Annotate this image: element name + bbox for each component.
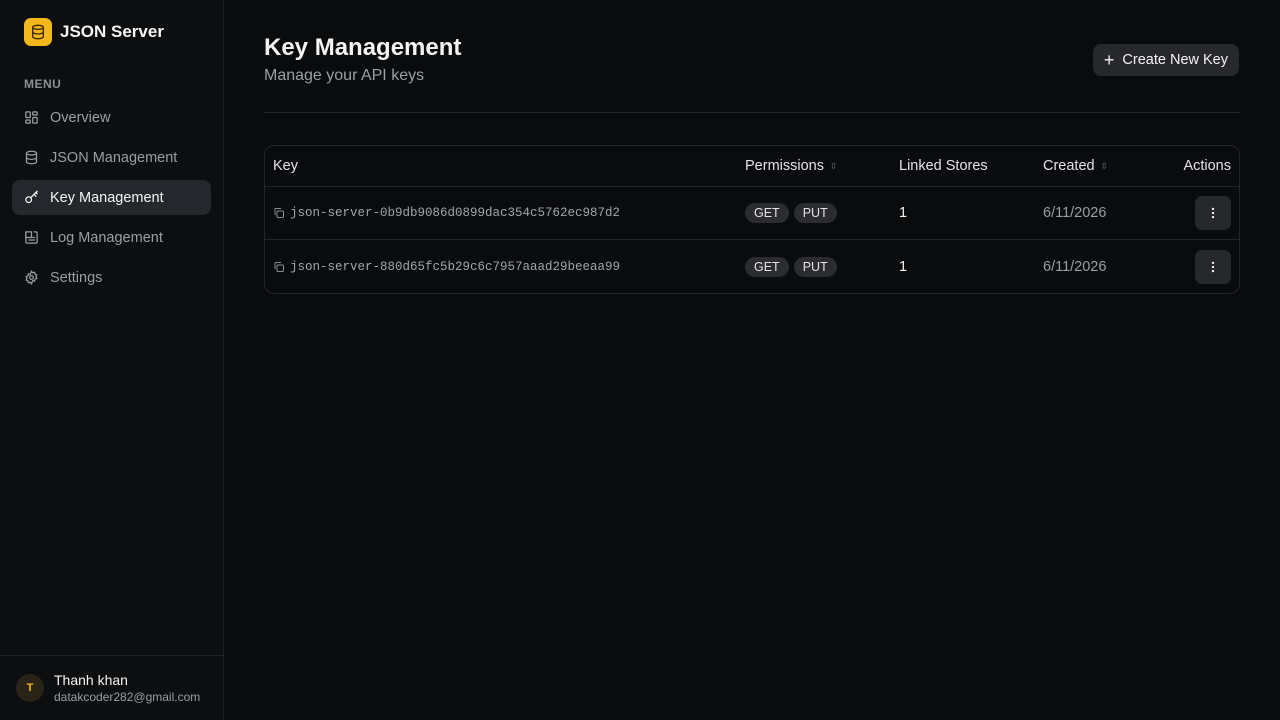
- column-header-label: Permissions: [745, 158, 824, 174]
- permission-badge: GET: [745, 203, 789, 223]
- linked-stores-cell: 1: [891, 258, 1035, 276]
- permission-badge: GET: [745, 256, 789, 277]
- sidebar-item-label: Log Management: [50, 229, 163, 246]
- sort-icon[interactable]: ⇳: [830, 161, 838, 171]
- plus-icon: +: [1103, 50, 1115, 70]
- keys-table: Key Permissions ⇳ Linked Stores Created …: [264, 145, 1240, 294]
- linked-stores-value: 1: [899, 205, 908, 221]
- permissions-cell: GET PUT: [737, 256, 891, 277]
- created-date: 6/11/2026: [1043, 258, 1107, 275]
- column-header-label: Created: [1043, 158, 1095, 174]
- row-actions-button[interactable]: [1195, 249, 1231, 284]
- actions-cell: [1171, 249, 1239, 284]
- column-header-key: Key: [265, 158, 737, 174]
- log-icon: [25, 231, 38, 244]
- column-header-linked-stores: Linked Stores: [891, 158, 1035, 174]
- grid-icon: [25, 111, 38, 124]
- user-profile[interactable]: T Thanh khan datakcoder282@gmail.com: [0, 655, 223, 720]
- table-row: json-server-880d65fc5b29c6c7957aaad29bee…: [265, 240, 1239, 293]
- create-new-key-label: Create New Key: [1122, 52, 1228, 68]
- page-title: Key Management: [264, 34, 462, 61]
- user-email: datakcoder282@gmail.com: [54, 690, 201, 704]
- permission-badge: PUT: [793, 203, 837, 223]
- key-value: json-server-0b9db9086d0899dac354c5762ec9…: [290, 206, 621, 220]
- sort-icon[interactable]: ⇳: [1101, 161, 1109, 171]
- more-vertical-icon: [1211, 261, 1215, 272]
- copy-icon[interactable]: [273, 261, 285, 273]
- row-actions-button[interactable]: [1195, 196, 1231, 230]
- column-header-label: Linked Stores: [899, 158, 988, 174]
- permission-badge: PUT: [793, 256, 837, 277]
- permissions-cell: GET PUT: [737, 203, 891, 223]
- created-date: 6/11/2026: [1043, 205, 1107, 221]
- created-cell: 6/11/2026: [1035, 259, 1171, 275]
- user-info: Thanh khan datakcoder282@gmail.com: [54, 672, 204, 704]
- sidebar-nav: Overview JSON Management Key Management …: [12, 100, 211, 300]
- sidebar-item-json-management[interactable]: JSON Management: [12, 140, 211, 175]
- column-header-permissions[interactable]: Permissions ⇳: [737, 158, 891, 174]
- sidebar-item-log-management[interactable]: Log Management: [12, 220, 211, 255]
- more-vertical-icon: [1211, 207, 1215, 219]
- user-name: Thanh khan: [54, 672, 128, 688]
- database-logo-icon: [24, 18, 52, 46]
- main-content: Key Management Manage your API keys + Cr…: [224, 0, 1280, 720]
- sidebar-item-key-management[interactable]: Key Management: [12, 180, 211, 215]
- header-divider: [264, 112, 1240, 113]
- avatar: T: [16, 674, 44, 702]
- create-new-key-button[interactable]: + Create New Key: [1092, 44, 1239, 76]
- copy-icon[interactable]: [273, 207, 285, 219]
- sidebar-item-label: Key Management: [50, 189, 164, 206]
- created-cell: 6/11/2026: [1035, 205, 1171, 221]
- database-icon: [25, 150, 38, 165]
- gear-icon: [25, 270, 38, 285]
- linked-stores-cell: 1: [891, 204, 1035, 222]
- brand[interactable]: JSON Server: [24, 18, 164, 46]
- sidebar-item-label: Settings: [50, 269, 103, 286]
- table-row: json-server-0b9db9086d0899dac354c5762ec9…: [265, 187, 1239, 240]
- brand-title: JSON Server: [60, 22, 164, 41]
- sidebar-item-label: JSON Management: [50, 149, 178, 166]
- key-value: json-server-880d65fc5b29c6c7957aaad29bee…: [290, 259, 621, 274]
- key-cell: json-server-880d65fc5b29c6c7957aaad29bee…: [265, 260, 737, 274]
- sidebar: JSON Server MENU Overview JSON Managemen…: [0, 0, 224, 720]
- actions-cell: [1171, 196, 1239, 230]
- column-header-label: Key: [273, 158, 298, 174]
- linked-stores-value: 1: [899, 258, 908, 275]
- sidebar-item-overview[interactable]: Overview: [12, 100, 211, 135]
- column-header-created[interactable]: Created ⇳: [1035, 158, 1171, 174]
- sidebar-item-label: Overview: [50, 109, 111, 126]
- page-subtitle: Manage your API keys: [264, 67, 425, 84]
- column-header-actions: Actions: [1171, 158, 1239, 174]
- table-header-row: Key Permissions ⇳ Linked Stores Created …: [265, 146, 1239, 187]
- key-cell: json-server-0b9db9086d0899dac354c5762ec9…: [265, 206, 737, 220]
- column-header-label: Actions: [1183, 158, 1231, 174]
- menu-label: MENU: [24, 77, 62, 91]
- key-icon: [25, 190, 38, 204]
- sidebar-item-settings[interactable]: Settings: [12, 260, 211, 295]
